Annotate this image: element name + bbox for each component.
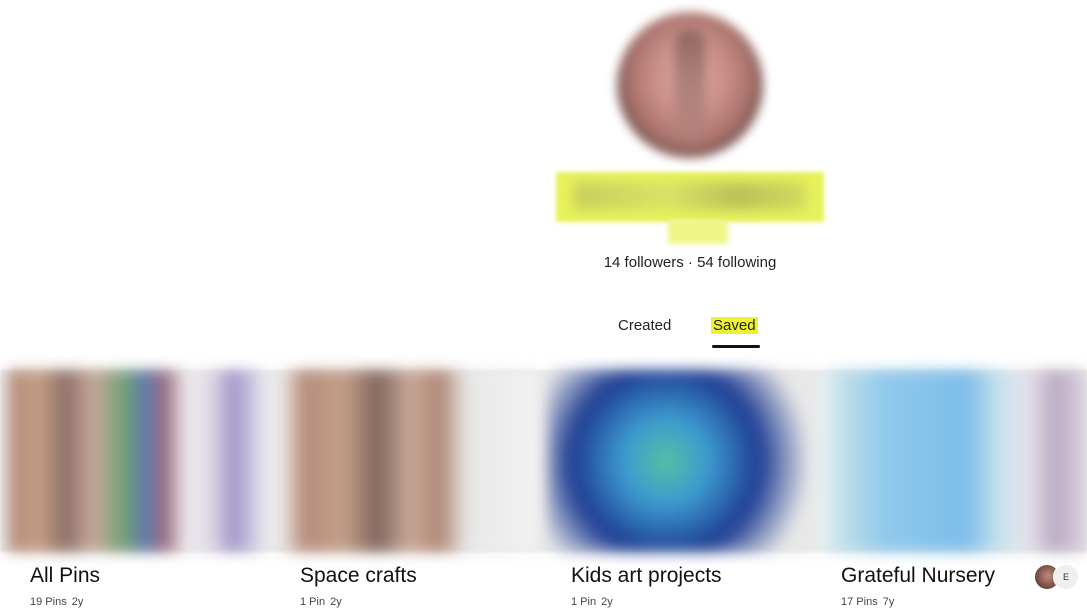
board-pin-count: 19 Pins xyxy=(30,596,67,608)
board-cover-all-pins[interactable] xyxy=(8,370,270,552)
board-collaborators[interactable]: E xyxy=(1034,563,1082,590)
board-meta: 19 Pins 2y xyxy=(30,596,83,608)
board-meta: 1 Pin 2y xyxy=(300,596,342,608)
profile-name-blur xyxy=(574,182,806,210)
follow-stats[interactable]: 14 followers · 54 following xyxy=(540,254,840,271)
active-tab-indicator xyxy=(712,345,760,348)
profile-username-redacted xyxy=(668,220,728,244)
profile-avatar[interactable] xyxy=(617,12,763,158)
board-meta: 1 Pin 2y xyxy=(571,596,613,608)
board-pin-count: 17 Pins xyxy=(841,596,878,608)
board-meta: 17 Pins 7y xyxy=(841,596,894,608)
board-title[interactable]: Space crafts xyxy=(300,564,417,588)
board-age: 2y xyxy=(330,596,342,608)
board-age: 7y xyxy=(882,596,895,608)
collaborator-initial: E xyxy=(1053,564,1079,590)
board-title[interactable]: All Pins xyxy=(30,564,100,588)
board-pin-count: 1 Pin xyxy=(300,596,326,608)
board-cover-grateful-nursery[interactable] xyxy=(818,370,1087,552)
board-age: 2y xyxy=(71,596,84,608)
board-title[interactable]: Grateful Nursery xyxy=(841,564,995,588)
board-age: 2y xyxy=(601,596,613,608)
board-title[interactable]: Kids art projects xyxy=(571,564,722,588)
board-pin-count: 1 Pin xyxy=(571,596,597,608)
profile-page: 14 followers · 54 following Created Save… xyxy=(0,0,1087,615)
tab-saved[interactable]: Saved xyxy=(711,317,758,334)
tab-created[interactable]: Created xyxy=(618,317,671,334)
board-cover-space-crafts[interactable] xyxy=(278,370,540,552)
board-cover-kids-art-projects[interactable] xyxy=(548,370,810,552)
